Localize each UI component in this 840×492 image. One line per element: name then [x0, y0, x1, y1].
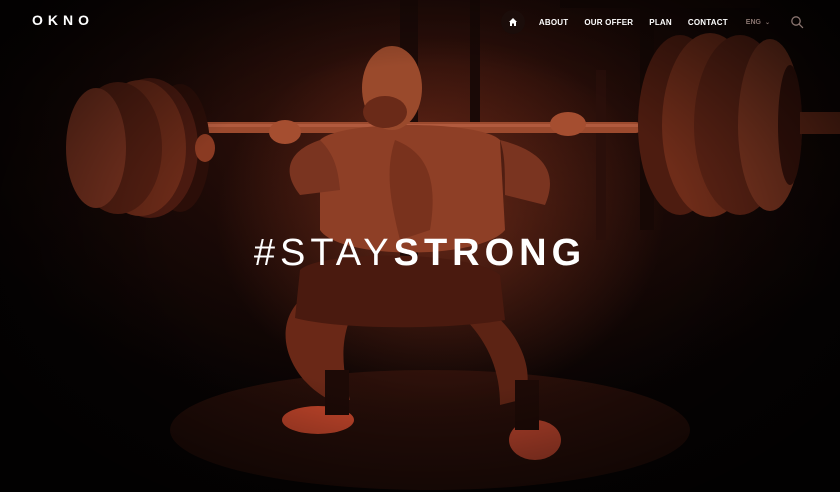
headline-strong: STRONG: [393, 232, 587, 274]
main-menu: ABOUT OUR OFFER PLAN CONTACT ENG ⌄: [500, 10, 804, 34]
nav-item-our-offer[interactable]: OUR OFFER: [584, 18, 633, 27]
search-icon[interactable]: [790, 15, 804, 29]
chevron-down-icon: ⌄: [764, 19, 770, 26]
nav-item-contact[interactable]: CONTACT: [688, 18, 728, 27]
nav-item-about[interactable]: ABOUT: [539, 18, 568, 27]
nav-item-plan[interactable]: PLAN: [649, 18, 672, 27]
hero-headline: #STAYSTRONG: [0, 232, 840, 275]
home-icon: [508, 18, 517, 26]
home-button[interactable]: [500, 10, 525, 34]
language-label: ENG: [745, 18, 761, 26]
language-selector[interactable]: ENG ⌄: [746, 19, 770, 26]
hero-section: OKNO ABOUT OUR OFFER PLAN CONTACT ENG ⌄ …: [0, 0, 840, 492]
top-nav: OKNO ABOUT OUR OFFER PLAN CONTACT ENG ⌄: [0, 0, 840, 44]
headline-stay: #STAY: [253, 232, 394, 274]
brand-logo[interactable]: OKNO: [32, 12, 94, 28]
